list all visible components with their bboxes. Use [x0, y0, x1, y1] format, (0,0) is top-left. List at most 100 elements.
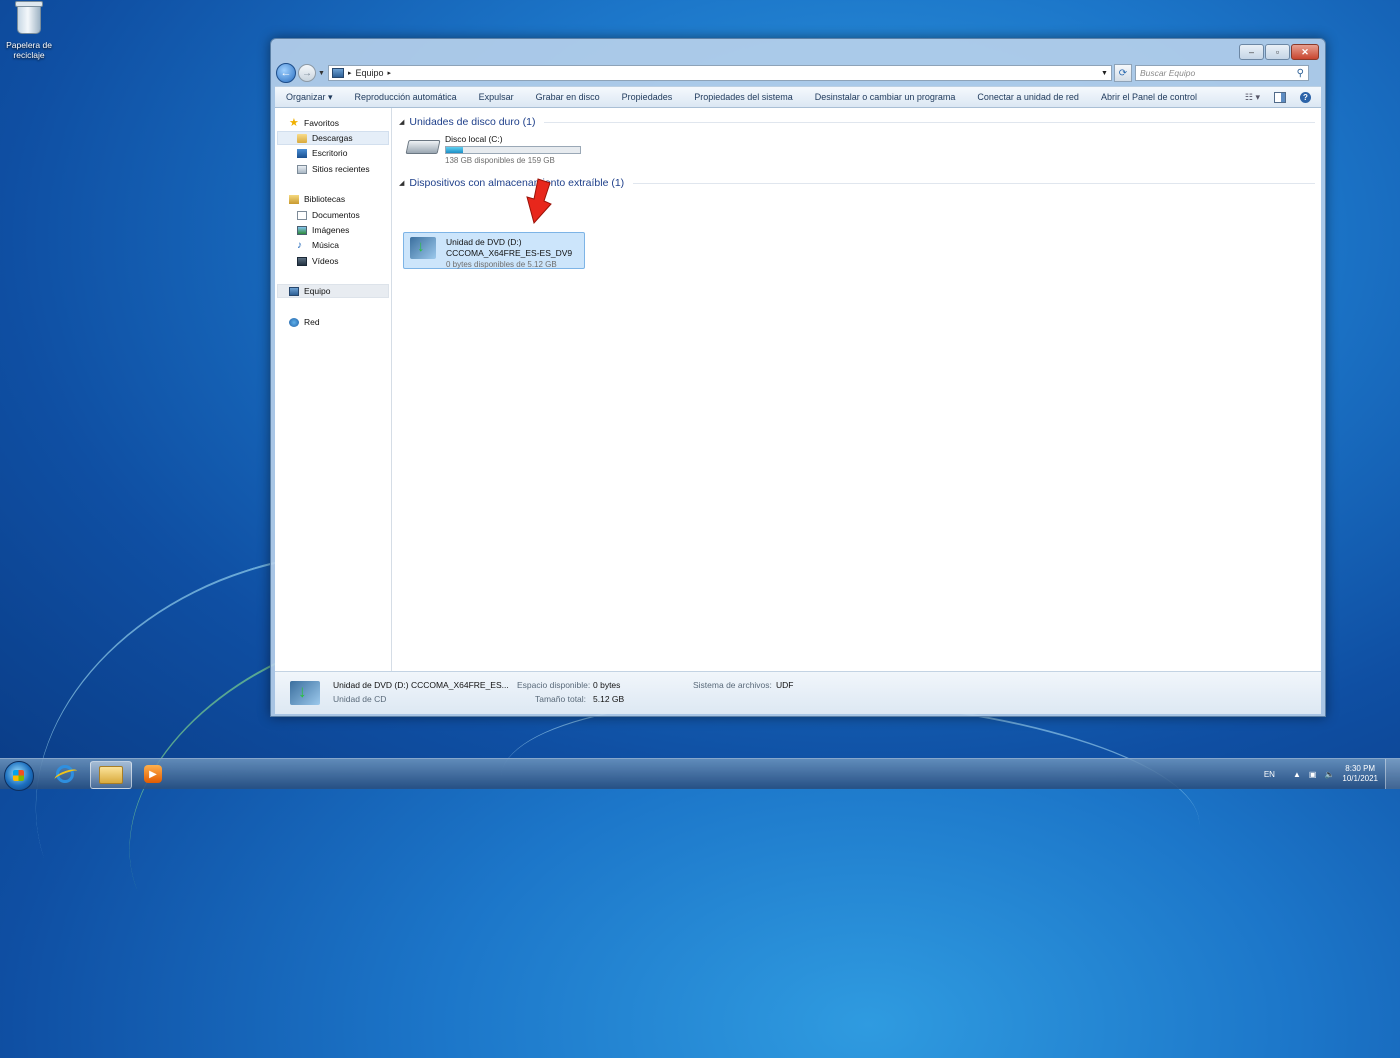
taskbar-windows-explorer[interactable]	[90, 761, 132, 789]
nav-images-label: Imágenes	[312, 225, 350, 235]
minimize-button[interactable]: –	[1239, 44, 1264, 60]
recycle-bin-icon	[15, 1, 43, 34]
nav-favorites[interactable]: ★ Favoritos	[289, 116, 339, 130]
details-free-label: Espacio disponible:	[517, 680, 591, 690]
address-location[interactable]: Equipo	[355, 68, 383, 78]
address-dropdown-icon[interactable]: ▼	[1101, 70, 1108, 77]
eject-button[interactable]: Expulsar	[468, 92, 525, 102]
details-total-label: Tamaño total:	[535, 694, 587, 704]
nav-music[interactable]: ♪ Música	[297, 238, 339, 252]
downloads-folder-icon	[297, 133, 307, 143]
nav-recent-places[interactable]: Sitios recientes	[297, 162, 370, 176]
nav-music-label: Música	[312, 240, 339, 250]
address-bar[interactable]: ▸ Equipo ▸ ▼	[327, 65, 1112, 81]
show-hidden-icons-icon[interactable]: ▲	[1293, 770, 1301, 779]
media-player-icon: ▶	[144, 765, 162, 783]
search-input[interactable]: Buscar Equipo ⚲	[1134, 65, 1309, 81]
organize-button[interactable]: Organizar ▾	[275, 92, 344, 103]
network-icon	[289, 317, 299, 327]
local-disk-name: Disco local (C:)	[445, 134, 503, 144]
clock[interactable]: 8:30 PM 10/1/2021	[1342, 764, 1378, 784]
folder-icon	[99, 766, 123, 784]
language-indicator[interactable]: EN	[1264, 770, 1275, 779]
uninstall-program-button[interactable]: Desinstalar o cambiar un programa	[804, 92, 967, 102]
change-view-icon[interactable]: ☷ ▾	[1245, 92, 1260, 103]
computer-icon	[331, 68, 344, 78]
explorer-window: – ▫ ✕ ← → ▼ ▸ Equipo ▸ ▼ ⟳ Buscar Equipo…	[270, 38, 1326, 717]
taskbar: ▶ EN ▲ ▣ 🔈 8:30 PM 10/1/2021	[0, 758, 1400, 791]
system-properties-button[interactable]: Propiedades del sistema	[683, 92, 804, 102]
forward-button[interactable]: →	[298, 64, 316, 82]
close-button[interactable]: ✕	[1291, 44, 1319, 60]
desktop-icon	[297, 148, 307, 158]
burn-button[interactable]: Grabar en disco	[525, 92, 611, 102]
taskbar-internet-explorer[interactable]	[45, 761, 85, 787]
nav-network[interactable]: Red	[289, 315, 320, 329]
collapse-triangle-icon[interactable]: ◢	[399, 118, 404, 126]
hard-drives-group-label: Unidades de disco duro (1)	[409, 116, 536, 128]
nav-downloads[interactable]: Descargas	[297, 131, 353, 145]
nav-desktop[interactable]: Escritorio	[297, 146, 347, 160]
details-type: Unidad de CD	[333, 694, 387, 704]
dvd-drive-icon	[410, 237, 436, 259]
help-icon[interactable]: ?	[1300, 91, 1311, 103]
dvd-drive-icon	[290, 681, 320, 705]
local-disk-item[interactable]: Disco local (C:) 138 GB disponibles de 1…	[405, 134, 581, 166]
autoplay-button[interactable]: Reproducción automática	[344, 92, 468, 102]
show-desktop-button[interactable]	[1385, 759, 1400, 789]
details-total-value: 5.12 GB	[593, 694, 625, 704]
details-free-value: 0 bytes	[593, 680, 621, 690]
taskbar-media-player[interactable]: ▶	[133, 761, 173, 787]
control-panel-button[interactable]: Abrir el Panel de control	[1090, 92, 1208, 102]
group-divider	[544, 121, 1315, 123]
dvd-drive-item[interactable]: Unidad de DVD (D:) CCCOMA_X64FRE_ES-ES_D…	[403, 232, 585, 269]
details-title: Unidad de DVD (D:) CCCOMA_X64FRE_ES...	[333, 680, 509, 690]
collapse-triangle-icon[interactable]: ◢	[399, 179, 404, 187]
clock-date: 10/1/2021	[1342, 774, 1378, 783]
content-pane: ◢ Unidades de disco duro (1) Disco local…	[393, 108, 1321, 671]
local-disk-free-space: 138 GB disponibles de 159 GB	[445, 156, 555, 165]
recycle-bin-label: Papelera de reciclaje	[6, 40, 52, 60]
removable-group-label: Dispositivos con almacenamiento extraíbl…	[409, 177, 625, 189]
breadcrumb-chevron-icon[interactable]: ▸	[348, 69, 352, 77]
map-network-drive-button[interactable]: Conectar a unidad de red	[966, 92, 1090, 102]
group-divider	[633, 182, 1315, 184]
breadcrumb-chevron-icon[interactable]: ▸	[387, 69, 391, 77]
nav-videos[interactable]: Vídeos	[297, 254, 338, 268]
system-tray: EN ▲ ▣ 🔈 8:30 PM 10/1/2021	[1264, 759, 1400, 789]
nav-computer-label: Equipo	[304, 286, 331, 296]
group-header-hard-drives[interactable]: ◢ Unidades de disco duro (1)	[399, 115, 1315, 129]
details-filesystem-value: UDF	[776, 680, 794, 690]
nav-favorites-label: Favoritos	[304, 118, 339, 128]
red-arrow-annotation-icon	[526, 178, 552, 225]
local-disk-usage-bar	[445, 146, 581, 154]
nav-images[interactable]: Imágenes	[297, 223, 349, 237]
recent-places-icon	[297, 164, 307, 174]
images-icon	[297, 225, 307, 235]
back-button[interactable]: ←	[276, 63, 296, 83]
nav-documents[interactable]: Documentos	[297, 208, 360, 222]
refresh-button[interactable]: ⟳	[1113, 64, 1132, 82]
volume-icon[interactable]: 🔈	[1324, 770, 1334, 779]
maximize-button[interactable]: ▫	[1265, 44, 1290, 60]
dvd-drive-name: Unidad de DVD (D:)	[446, 237, 522, 247]
start-button[interactable]	[4, 761, 34, 791]
nav-computer[interactable]: Equipo	[289, 284, 330, 298]
nav-libraries-label: Bibliotecas	[304, 194, 346, 204]
recent-pages-dropdown[interactable]: ▼	[318, 70, 325, 77]
details-filesystem-label: Sistema de archivos:	[693, 680, 772, 690]
search-icon[interactable]: ⚲	[1297, 68, 1304, 79]
network-tray-icon[interactable]: ▣	[1309, 770, 1317, 779]
documents-icon	[297, 210, 307, 220]
command-bar: Organizar ▾ Reproducción automática Expu…	[275, 86, 1321, 108]
preview-pane-icon[interactable]	[1274, 91, 1286, 103]
hard-drive-icon	[405, 140, 441, 154]
music-note-icon: ♪	[297, 239, 302, 251]
recycle-bin-desktop-icon[interactable]: Papelera de reciclaje	[2, 1, 56, 60]
properties-button[interactable]: Propiedades	[611, 92, 684, 102]
navigation-pane: ★ Favoritos Descargas Escritorio Sitios …	[275, 108, 392, 671]
internet-explorer-icon	[56, 765, 74, 783]
navigation-bar: ← → ▼ ▸ Equipo ▸ ▼ ⟳ Buscar Equipo ⚲	[276, 63, 1320, 83]
nav-libraries[interactable]: Bibliotecas	[289, 192, 345, 206]
dvd-drive-volume-label: CCCOMA_X64FRE_ES-ES_DV9	[446, 248, 573, 258]
